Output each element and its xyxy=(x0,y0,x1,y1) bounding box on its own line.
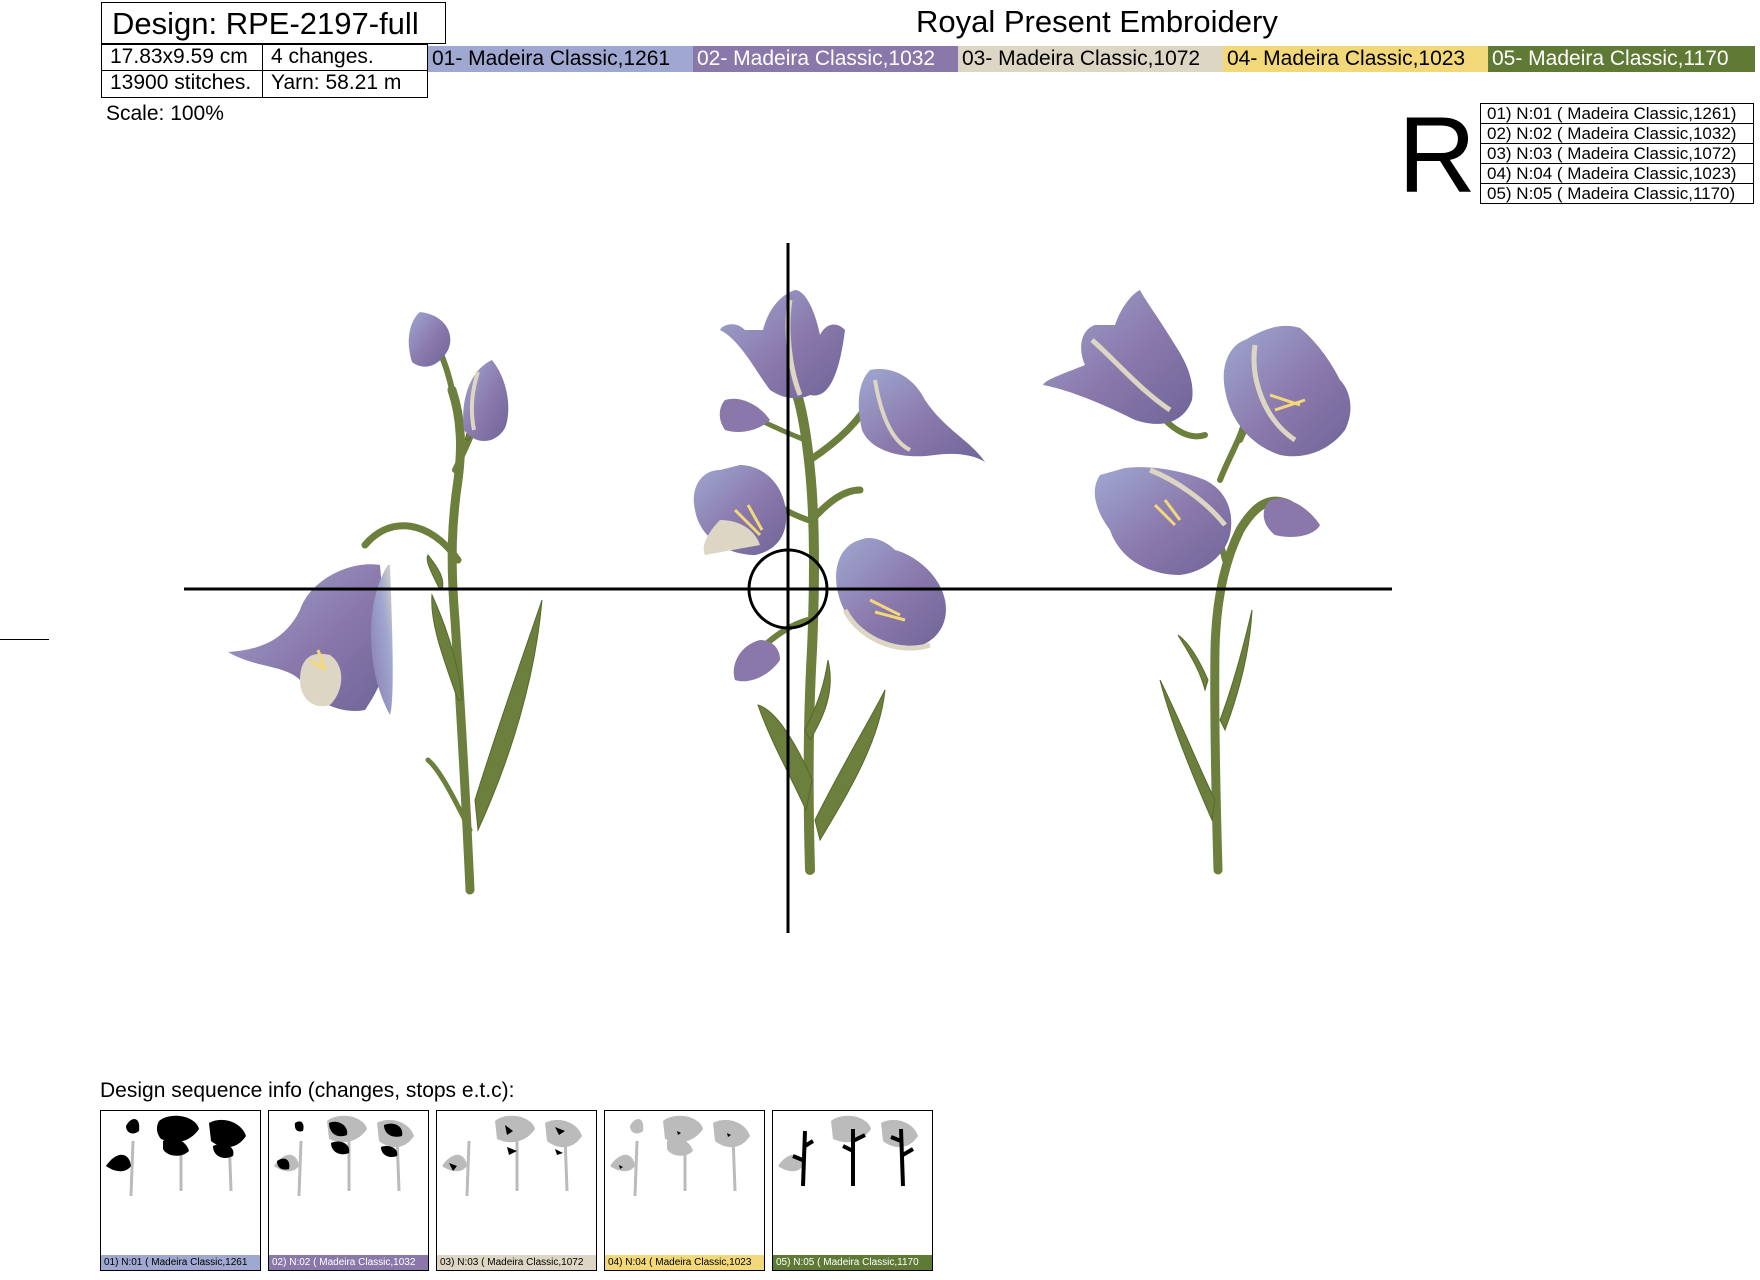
sequence-thumb-04: 04) N:04 ( Madeira Classic,1023 xyxy=(604,1110,765,1271)
sequence-thumb-02: 02) N:02 ( Madeira Classic,1032 xyxy=(268,1110,429,1271)
right-flower-leaves xyxy=(1159,609,1253,822)
thumb-caption-02: 02) N:02 ( Madeira Classic,1032 xyxy=(269,1255,428,1270)
left-flower-blooms xyxy=(228,312,509,715)
thumb-caption-05: 05) N:05 ( Madeira Classic,1170 xyxy=(773,1255,932,1270)
thumb-flower-icon xyxy=(610,1115,750,1197)
center-flower-blooms xyxy=(693,290,985,682)
thumb-flower-icon xyxy=(106,1115,246,1197)
thumb-flower-icon xyxy=(778,1115,918,1187)
left-flower-leaves xyxy=(426,403,543,832)
sequence-thumb-03: 03) N:03 ( Madeira Classic,1072 xyxy=(436,1110,597,1271)
right-flower-blooms xyxy=(1043,290,1351,575)
sequence-thumb-05: 05) N:05 ( Madeira Classic,1170 xyxy=(772,1110,933,1271)
sequence-thumb-01: 01) N:01 ( Madeira Classic,1261 xyxy=(100,1110,261,1271)
thumb-caption-01: 01) N:01 ( Madeira Classic,1261 xyxy=(101,1255,260,1270)
center-flower-stems xyxy=(757,385,874,875)
thumb-caption-03: 03) N:03 ( Madeira Classic,1072 xyxy=(437,1255,596,1270)
thumb-flower-icon xyxy=(274,1115,414,1197)
sequence-title: Design sequence info (changes, stops e.t… xyxy=(100,1079,515,1102)
center-flower-leaves xyxy=(757,659,886,842)
right-flower-stems xyxy=(1162,382,1295,875)
thumb-flower-icon xyxy=(442,1115,582,1197)
thumb-caption-04: 04) N:04 ( Madeira Classic,1023 xyxy=(605,1255,764,1270)
center-crosshair xyxy=(184,243,1392,933)
